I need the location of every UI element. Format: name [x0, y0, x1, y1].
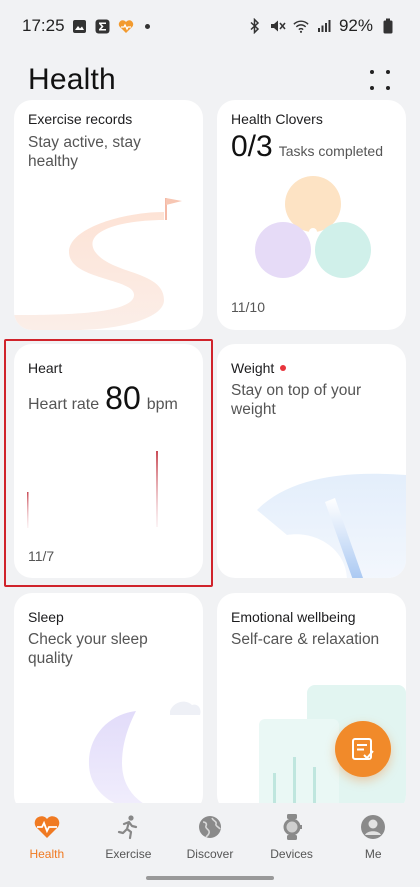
gallery-icon: [72, 18, 88, 34]
sleep-card[interactable]: Sleep Check your sleep quality: [14, 593, 203, 813]
nav-label-exercise: Exercise: [105, 847, 152, 861]
sleep-subtitle: Check your sleep quality: [28, 631, 148, 667]
clover-illustration: [255, 176, 371, 278]
bottom-navigation: Health Exercise Discover Devices Me: [0, 803, 420, 887]
heart-title: Heart: [28, 360, 63, 376]
heart-rate-value: 80: [105, 380, 141, 416]
sigma-icon: [95, 18, 111, 34]
heart-pulse-icon: [33, 813, 61, 841]
exercise-records-title: Exercise records: [28, 111, 133, 127]
emotional-wellbeing-subtitle: Self-care & relaxation: [231, 631, 380, 648]
globe-icon: [196, 813, 224, 841]
winding-road-illustration: [14, 198, 182, 330]
heart-rate-bar: [27, 492, 29, 528]
weight-card[interactable]: Weight Stay on top of your weight: [217, 344, 406, 578]
status-time: 17:25: [22, 16, 65, 35]
status-left: 17:25: [22, 16, 150, 36]
health-report-fab-button[interactable]: [335, 721, 391, 777]
clovers-date: 11/10: [231, 299, 265, 315]
emotional-wellbeing-card[interactable]: Emotional wellbeing Self-care & relaxati…: [217, 593, 406, 813]
heart-rate-label: Heart rate: [28, 396, 100, 413]
heart-rate-unit: bpm: [146, 396, 178, 413]
nav-label-me: Me: [364, 847, 382, 861]
person-icon: [359, 813, 387, 841]
heart-card[interactable]: Heart Heart rate 80 bpm 11/7: [14, 344, 203, 578]
battery-icon: [380, 18, 396, 34]
weight-title: Weight: [231, 360, 275, 376]
watch-icon: [278, 813, 306, 841]
heart-date: 11/7: [28, 548, 55, 564]
clovers-count-label: Tasks completed: [278, 143, 383, 159]
nav-label-health: Health: [29, 847, 65, 861]
battery-percent: 92%: [338, 16, 373, 35]
health-clovers-title: Health Clovers: [231, 111, 323, 127]
nav-item-me[interactable]: Me: [333, 813, 413, 887]
heart-rate-mini-chart: [27, 451, 158, 528]
bluetooth-icon: [247, 18, 263, 34]
health-clovers-card[interactable]: Health Clovers 0/3 Tasks completed 11/10: [217, 100, 406, 330]
more-options-button[interactable]: [366, 66, 394, 94]
weight-gauge-illustration: [257, 473, 406, 578]
notification-dot: [144, 23, 150, 29]
heart-rate-bar: [156, 451, 158, 527]
status-right: 92%: [247, 16, 396, 36]
clovers-count: 0/3: [231, 130, 273, 163]
moon-illustration: [88, 701, 201, 810]
heart-app-icon: [118, 18, 134, 34]
clovers-progress: 0/3 Tasks completed: [231, 130, 383, 164]
exercise-records-subtitle: Stay active, stay healthy: [28, 134, 141, 170]
nav-item-health[interactable]: Health: [7, 813, 87, 887]
signal-icon: [316, 18, 332, 34]
weight-new-dot: [280, 365, 287, 371]
heart-rate-row: Heart rate 80 bpm: [28, 380, 178, 417]
home-indicator[interactable]: [146, 876, 274, 880]
weight-title-row: Weight: [231, 360, 287, 376]
weight-subtitle: Stay on top of your weight: [231, 382, 362, 418]
nav-label-discover: Discover: [186, 847, 234, 861]
exercise-records-card[interactable]: Exercise records Stay active, stay healt…: [14, 100, 203, 330]
status-bar: 17:25 92%: [0, 0, 420, 52]
mute-icon: [270, 18, 286, 34]
nav-label-devices: Devices: [270, 847, 313, 861]
wifi-icon: [293, 18, 309, 34]
sleep-title: Sleep: [28, 609, 64, 625]
checklist-icon: [352, 738, 374, 760]
page-title: Health: [28, 63, 116, 96]
runner-icon: [114, 813, 142, 841]
emotional-wellbeing-title: Emotional wellbeing: [231, 609, 356, 625]
